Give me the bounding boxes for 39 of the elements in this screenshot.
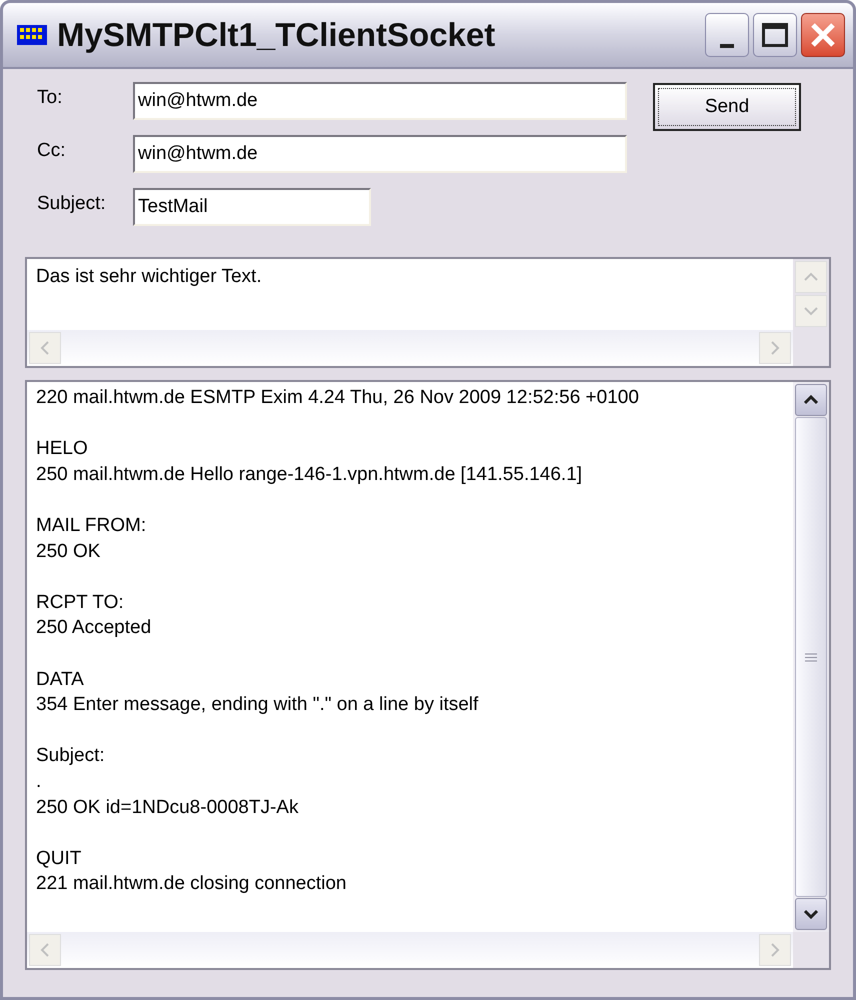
log-line: MAIL FROM: bbox=[36, 514, 146, 538]
log-line: 221 mail.htwm.de closing connection bbox=[36, 872, 347, 896]
log-line: HELO bbox=[36, 437, 88, 462]
log-line: 250 OK id=1NDcu8-0008TJ-Ak bbox=[36, 796, 298, 820]
scroll-left-button[interactable] bbox=[29, 934, 61, 966]
log-line: . bbox=[36, 770, 42, 794]
log-line: 220 mail.htwm.de ESMTP Exim 4.24 Thu, 26 Nov 2009 12:52:56 +0100 bbox=[36, 386, 639, 410]
send-button[interactable]: Send bbox=[653, 83, 801, 131]
log-line: 250 mail.htwm.de Hello range-146-1.vpn.htwm.de [141.55.146.1] bbox=[36, 462, 582, 487]
scroll-down-button[interactable] bbox=[795, 898, 827, 930]
log-line: QUIT bbox=[36, 846, 82, 871]
log-box[interactable] bbox=[25, 380, 831, 970]
close-icon bbox=[810, 22, 836, 48]
log-line: RCPT TO: bbox=[36, 590, 124, 615]
log-line: 250 Accepted bbox=[36, 616, 152, 640]
scrollbar-corner bbox=[793, 932, 829, 968]
text-field[interactable]: win@htwm.de bbox=[133, 82, 627, 120]
field-label: Subject: bbox=[37, 192, 107, 216]
window-title: MySMTPClt1_TClientSocket bbox=[57, 15, 496, 56]
log-line: 250 OK bbox=[36, 540, 100, 564]
close-button[interactable] bbox=[801, 13, 845, 57]
message-text: Das ist sehr wichtiger Text. bbox=[35, 265, 263, 289]
scroll-left-button[interactable] bbox=[29, 332, 61, 364]
maximize-icon bbox=[762, 23, 788, 47]
message-box[interactable]: Das ist sehr wichtiger Text. bbox=[25, 257, 831, 368]
maximize-button[interactable] bbox=[753, 13, 797, 57]
scroll-up-button[interactable] bbox=[795, 384, 827, 416]
log-line: 354 Enter message, ending with "." on a line by itself bbox=[36, 693, 478, 718]
minimize-icon bbox=[720, 44, 734, 48]
text-field[interactable]: win@htwm.de bbox=[133, 135, 627, 173]
scroll-right-button[interactable] bbox=[759, 332, 791, 364]
field-label: Cc: bbox=[37, 138, 66, 163]
scroll-thumb[interactable] bbox=[795, 417, 827, 897]
field-label: To: bbox=[37, 86, 64, 110]
grip-icon bbox=[805, 652, 817, 662]
minimize-button[interactable] bbox=[705, 13, 749, 57]
text-field[interactable]: TestMail bbox=[133, 188, 371, 226]
log-line: Subject: bbox=[36, 744, 105, 768]
log-line: DATA bbox=[36, 668, 84, 692]
